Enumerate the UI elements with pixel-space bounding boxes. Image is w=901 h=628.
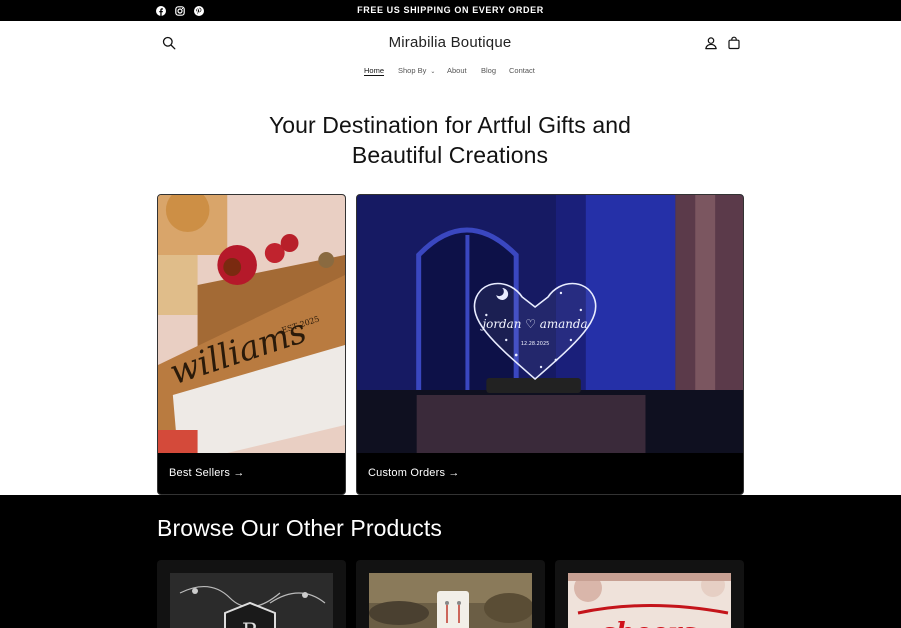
chevron-down-icon: ⌄: [430, 69, 436, 75]
hero-title-line-1: Your Destination for Artful Gifts and: [268, 112, 632, 138]
heart-date: 12.28.2025: [521, 341, 549, 347]
search-icon[interactable]: [160, 34, 178, 52]
product-card-cheers-sign[interactable]: cheers: [555, 560, 744, 628]
announcement-text: FREE US SHIPPING ON EVERY ORDER: [357, 5, 544, 15]
product-image: B: [170, 573, 333, 628]
nav-item-about[interactable]: About: [447, 66, 467, 75]
nav-item-contact[interactable]: Contact: [509, 66, 535, 75]
browse-title: Browse Our Other Products: [157, 515, 442, 541]
best-sellers-label: Best Sellers →: [169, 467, 245, 479]
product-image: [369, 573, 532, 628]
custom-orders-card[interactable]: jordan ♡ amanda 12.28.2025 Custom Orders…: [356, 194, 744, 495]
best-sellers-card[interactable]: williams EST 2025 Best Sellers →: [157, 194, 346, 495]
announcement-bar: FREE US SHIPPING ON EVERY ORDER: [0, 0, 901, 21]
svg-text:B: B: [242, 620, 258, 628]
cart-icon[interactable]: [725, 34, 743, 52]
custom-orders-label: Custom Orders →: [368, 467, 460, 479]
nav-item-shop-by[interactable]: Shop By ⌄: [398, 66, 435, 75]
hero-title: Your Destination for Artful Gifts and Be…: [150, 110, 750, 170]
product-card-engraved-slate[interactable]: B: [157, 560, 346, 628]
product-image: cheers: [568, 573, 731, 628]
sign-text: cheers: [600, 618, 697, 628]
heart-names: jordan ♡ amanda: [479, 317, 587, 331]
nav-item-home[interactable]: Home: [364, 66, 384, 75]
product-card-earrings[interactable]: [356, 560, 545, 628]
nav-item-blog[interactable]: Blog: [481, 66, 496, 75]
main-nav: Home Shop By ⌄ About Blog Contact: [0, 66, 901, 78]
nav-item-label: Shop By: [398, 66, 427, 75]
account-icon[interactable]: [702, 34, 720, 52]
custom-orders-image: jordan ♡ amanda 12.28.2025: [357, 195, 743, 453]
best-sellers-image: williams EST 2025: [158, 195, 345, 453]
store-logo[interactable]: Mirabilia Boutique: [300, 34, 600, 51]
hero-title-line-2: Beautiful Creations: [351, 142, 549, 168]
